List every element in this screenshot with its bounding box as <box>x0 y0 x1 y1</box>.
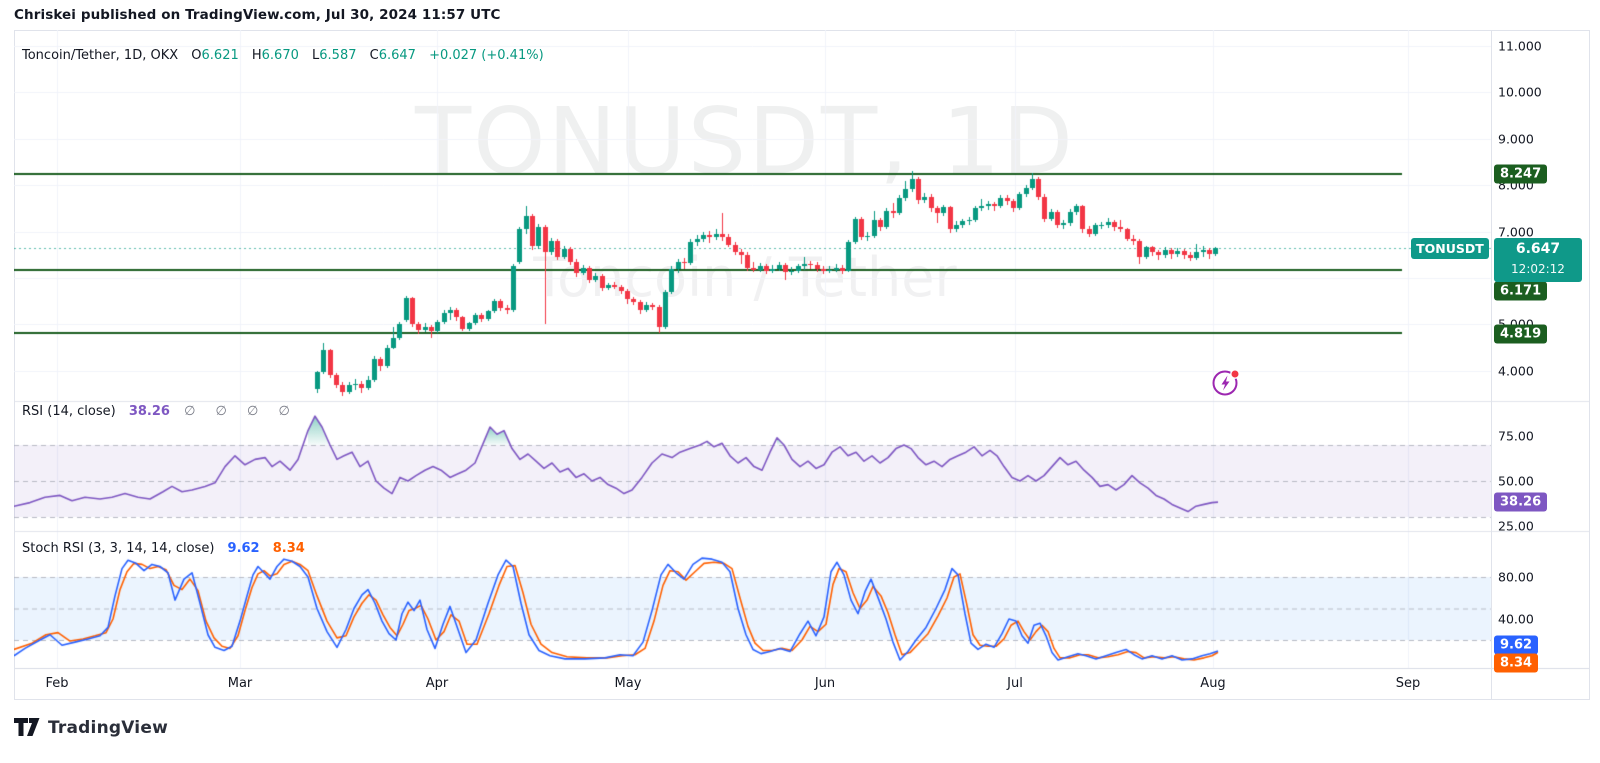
month-label[interactable]: May <box>615 676 642 691</box>
stoch-d-value: 8.34 <box>272 541 305 556</box>
month-label[interactable]: Aug <box>1200 676 1225 691</box>
stoch-tick[interactable]: 80.00 <box>1498 570 1534 585</box>
close-label: C <box>369 48 379 63</box>
rsi-tick[interactable]: 75.00 <box>1498 429 1534 444</box>
open-label: O <box>191 48 202 63</box>
price-tick[interactable]: 10.000 <box>1498 85 1542 100</box>
tradingview-brand-text: TradingView <box>48 718 168 738</box>
rsi-tick[interactable]: 50.00 <box>1498 474 1534 489</box>
tradingview-footer[interactable]: TradingView <box>14 714 168 742</box>
high-value: 6.670 <box>261 48 299 63</box>
open-value: 6.621 <box>201 48 239 63</box>
bar-countdown: 12:02:12 <box>1511 262 1565 276</box>
tradingview-snapshot: { "header": { "published_line": "Chriske… <box>0 0 1600 763</box>
high-label: H <box>251 48 262 63</box>
lightning-marker-button[interactable] <box>1210 366 1242 398</box>
rsi-params: ∅ ∅ ∅ ∅ <box>184 404 298 419</box>
stoch-tick[interactable]: 40.00 <box>1498 612 1534 627</box>
ticker-tag: TONUSDT <box>1411 238 1489 259</box>
stoch-title: Stoch RSI (3, 3, 14, 14, close) <box>22 541 215 556</box>
publish-header: Chriskei published on TradingView.com, J… <box>14 7 501 23</box>
symbol-legend[interactable]: Toncoin/Tether, 1D, OKX O6.621 H6.670 L6… <box>22 48 544 63</box>
level-badge: 6.171 <box>1494 281 1548 301</box>
month-label[interactable]: Sep <box>1396 676 1421 691</box>
level-badge: 8.247 <box>1494 164 1548 184</box>
rsi-value: 38.26 <box>128 404 170 419</box>
month-label[interactable]: Jun <box>815 676 835 691</box>
chart-canvas[interactable] <box>14 30 1590 700</box>
stoch-k-badge: 9.62 <box>1494 635 1539 655</box>
month-label[interactable]: Mar <box>228 676 253 691</box>
month-label[interactable]: Jul <box>1007 676 1023 691</box>
last-price-value: 6.647 <box>1515 241 1561 257</box>
level-badge: 4.819 <box>1494 324 1548 344</box>
rsi-title: RSI (14, close) <box>22 404 116 419</box>
symbol-title: Toncoin/Tether, 1D, OKX <box>22 48 179 63</box>
rsi-tick[interactable]: 25.00 <box>1498 519 1534 534</box>
stoch-legend[interactable]: Stoch RSI (3, 3, 14, 14, close) 9.62 8.3… <box>22 541 305 556</box>
low-value: 6.587 <box>319 48 357 63</box>
change-value: +0.027 (+0.41%) <box>429 48 544 63</box>
tradingview-logo-icon <box>14 718 40 736</box>
stoch-k-value: 9.62 <box>227 541 260 556</box>
price-tick[interactable]: 9.000 <box>1498 132 1534 147</box>
price-tick[interactable]: 11.000 <box>1498 39 1542 54</box>
price-tick[interactable]: 4.000 <box>1498 364 1534 379</box>
price-axis-separator <box>1491 30 1492 700</box>
close-value: 6.647 <box>378 48 416 63</box>
last-price-badge: 6.647 12:02:12 <box>1494 238 1582 282</box>
month-label[interactable]: Apr <box>426 676 449 691</box>
stoch-d-badge: 8.34 <box>1494 653 1539 673</box>
lightning-icon <box>1212 369 1240 396</box>
month-label[interactable]: Feb <box>45 676 68 691</box>
rsi-legend[interactable]: RSI (14, close) 38.26 ∅ ∅ ∅ ∅ <box>22 404 298 419</box>
rsi-value-badge: 38.26 <box>1494 492 1548 512</box>
